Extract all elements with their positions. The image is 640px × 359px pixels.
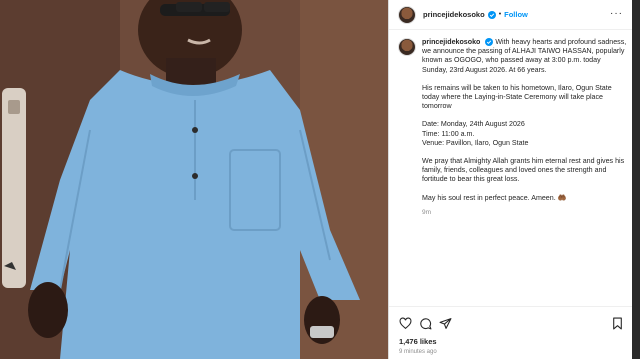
header-separator: • xyxy=(498,11,502,18)
caption-paragraph-1: princejidekosoko With heavy hearts and p… xyxy=(422,38,628,75)
share-icon[interactable] xyxy=(439,317,452,330)
caption-paragraph-4: We pray that Almighty Allah grants him e… xyxy=(422,157,625,184)
instagram-post-modal: princejidekosoko • Follow ··· princejide… xyxy=(0,0,640,359)
bookmark-icon[interactable] xyxy=(611,317,624,330)
caption-avatar[interactable] xyxy=(398,38,416,56)
likes-count[interactable]: 1,476 likes xyxy=(399,337,437,346)
caption-age: 9m xyxy=(422,208,432,216)
scrollbar-track xyxy=(632,0,640,359)
verified-icon xyxy=(485,38,494,47)
follow-button[interactable]: Follow xyxy=(504,10,528,19)
caption-paragraph-3: Date: Monday, 24th August 2026 Time: 11:… xyxy=(422,120,529,147)
photo-illustration xyxy=(0,0,388,359)
action-bar: 1,476 likes 9 minutes ago xyxy=(389,306,633,359)
avatar[interactable] xyxy=(398,5,416,24)
caption-paragraph-5: May his soul rest in perfect peace. Amee… xyxy=(422,193,567,202)
post-photo xyxy=(0,0,388,359)
caption-body: princejidekosoko With heavy hearts and p… xyxy=(422,38,628,217)
post-header: princejidekosoko • Follow ··· xyxy=(389,0,633,30)
heart-icon[interactable] xyxy=(399,317,412,330)
verified-icon xyxy=(487,10,496,19)
caption-username[interactable]: princejidekosoko xyxy=(422,38,480,46)
header-username[interactable]: princejidekosoko xyxy=(423,10,485,19)
more-options-icon[interactable]: ··· xyxy=(610,9,623,19)
caption-paragraph-2: His remains will be taken to his hometow… xyxy=(422,83,612,111)
comment-icon[interactable] xyxy=(419,317,432,330)
post-details-panel: princejidekosoko • Follow ··· princejide… xyxy=(388,0,633,359)
post-timestamp: 9 minutes ago xyxy=(399,349,437,355)
